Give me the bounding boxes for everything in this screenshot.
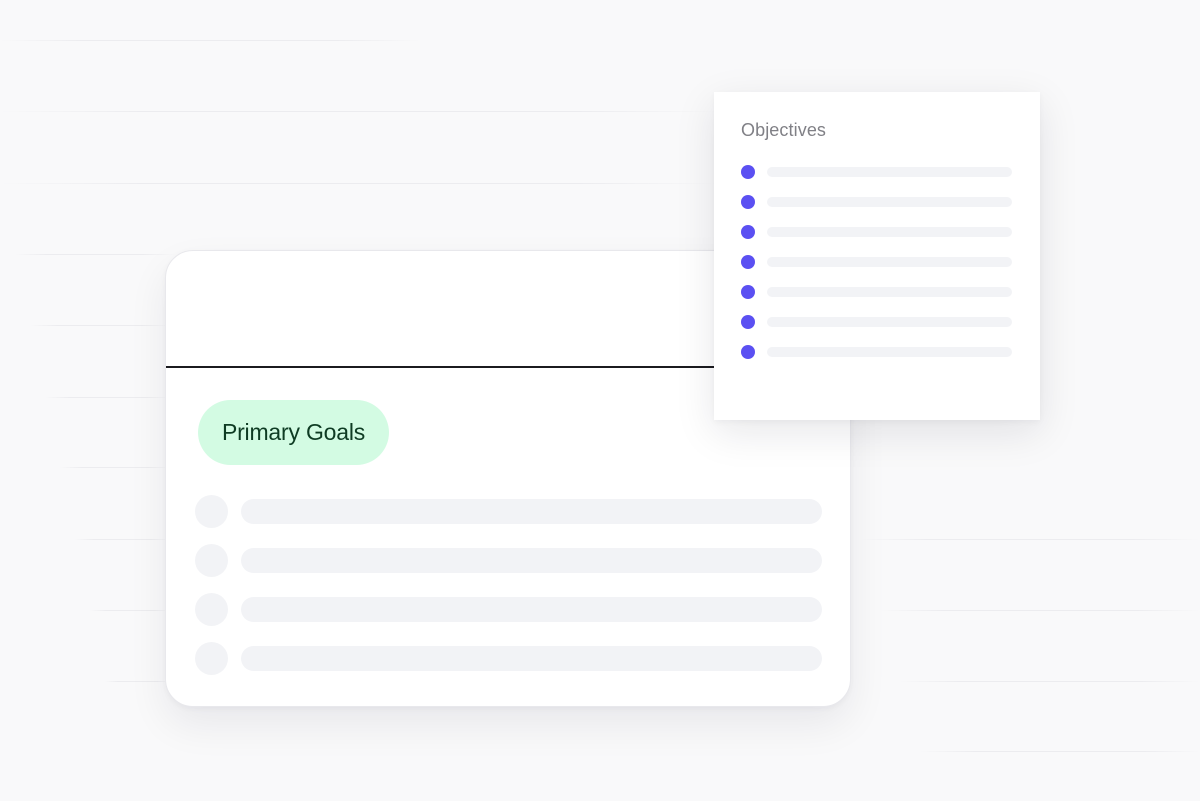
objective-placeholder [767, 257, 1012, 267]
objective-placeholder [767, 317, 1012, 327]
objectives-title: Objectives [741, 120, 827, 140]
bullet-dot-icon [741, 285, 755, 299]
goal-row[interactable] [195, 495, 823, 528]
objective-item[interactable] [741, 345, 1013, 359]
bullet-dot-icon [741, 345, 755, 359]
objective-placeholder [767, 167, 1012, 177]
bullet-dot-icon [741, 195, 755, 209]
goal-row-icon [195, 495, 228, 528]
objectives-card: Objectives [714, 92, 1040, 420]
objective-item[interactable] [741, 285, 1013, 299]
objective-item[interactable] [741, 255, 1013, 269]
objective-item[interactable] [741, 225, 1013, 239]
goal-row-icon [195, 593, 228, 626]
objective-placeholder [767, 197, 1012, 207]
bullet-dot-icon [741, 165, 755, 179]
objective-placeholder [767, 287, 1012, 297]
bullet-dot-icon [741, 315, 755, 329]
objective-item[interactable] [741, 195, 1013, 209]
goal-row-icon [195, 544, 228, 577]
goal-row-placeholder [241, 646, 822, 671]
objective-item[interactable] [741, 315, 1013, 329]
objective-item[interactable] [741, 165, 1013, 179]
goal-row-icon [195, 642, 228, 675]
objective-placeholder [767, 347, 1012, 357]
bullet-dot-icon [741, 225, 755, 239]
bullet-dot-icon [741, 255, 755, 269]
goal-row-placeholder [241, 548, 822, 573]
goal-row-placeholder [241, 499, 822, 524]
goal-row[interactable] [195, 593, 823, 626]
goal-row[interactable] [195, 642, 823, 675]
goal-row-placeholder [241, 597, 822, 622]
primary-goals-badge[interactable]: Primary Goals [198, 400, 389, 465]
objective-placeholder [767, 227, 1012, 237]
goal-row[interactable] [195, 544, 823, 577]
